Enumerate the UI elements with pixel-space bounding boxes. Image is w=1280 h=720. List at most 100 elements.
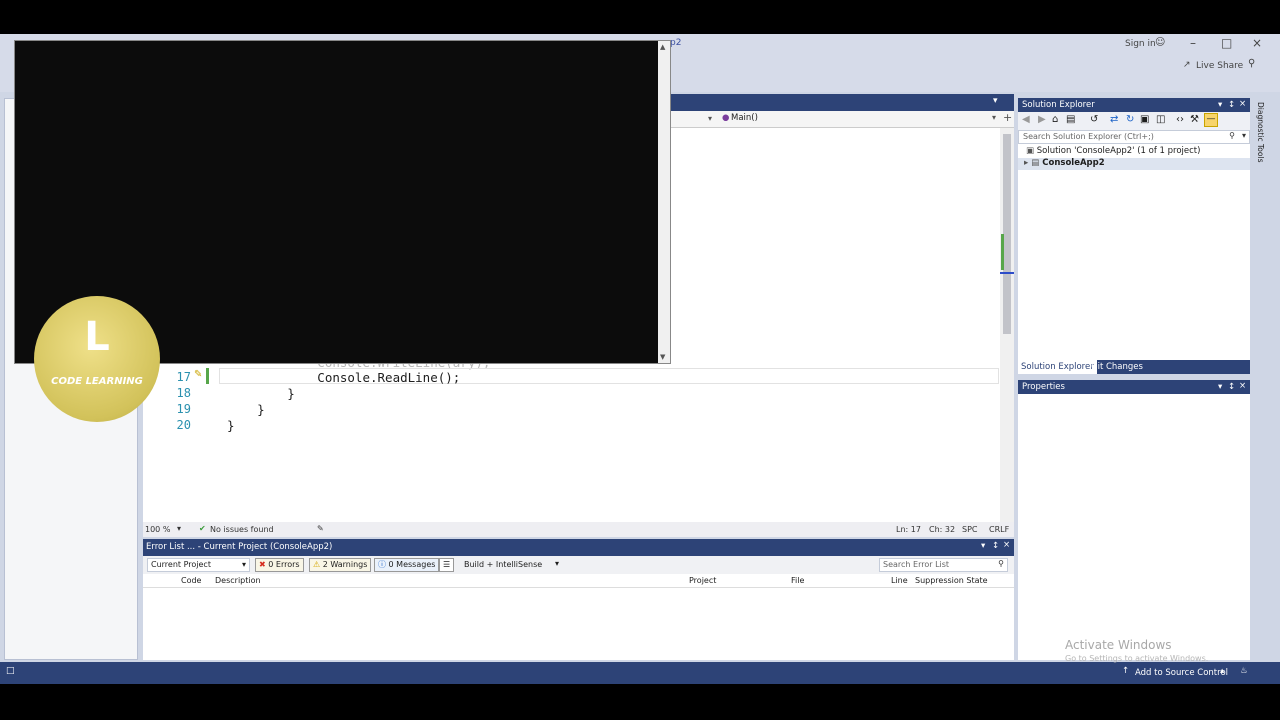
messages-filter-button[interactable]: ⓘ 0 Messages: [374, 558, 440, 572]
errors-filter-button[interactable]: ✖ 0 Errors: [255, 558, 304, 572]
panel-close-icon[interactable]: ×: [1239, 379, 1246, 393]
project-icon: ▤: [1031, 158, 1040, 168]
line-ending-indicator[interactable]: CRLF: [989, 525, 1009, 534]
bell-icon[interactable]: ♨: [1240, 666, 1248, 676]
member-dropdown[interactable]: Main(): [731, 113, 758, 123]
column-indicator[interactable]: Ch: 32: [929, 525, 955, 534]
column-file[interactable]: File: [791, 576, 804, 585]
error-list-toolbar: Current Project ▾ ✖ 0 Errors ⚠ 2 Warning…: [143, 556, 1014, 574]
arrow-up-icon: ↑: [1122, 666, 1130, 676]
zoom-dropdown[interactable]: 100 %: [145, 525, 170, 534]
build-filter-chevron-icon[interactable]: ▾: [555, 559, 559, 568]
column-project[interactable]: Project: [689, 576, 716, 585]
solution-explorer-tabs: Solution Explorer Git Changes: [1018, 360, 1250, 374]
back-icon[interactable]: ◀: [1022, 114, 1030, 125]
member-dropdown-icon[interactable]: ▾: [992, 113, 996, 122]
view-code-icon[interactable]: ‹›: [1176, 114, 1184, 125]
warning-icon: ⚠: [313, 560, 321, 569]
column-suppression-state[interactable]: Suppression State: [915, 576, 988, 585]
chevron-up-icon[interactable]: ▴: [1220, 666, 1224, 676]
warnings-filter-button[interactable]: ⚠ 2 Warnings: [309, 558, 372, 572]
forward-icon[interactable]: ▶: [1038, 114, 1046, 125]
filter-toggle-button[interactable]: ☰: [439, 558, 455, 572]
close-icon[interactable]: ×: [1252, 36, 1262, 50]
search-icon: ⚲: [1229, 131, 1235, 140]
project-label: ConsoleApp2: [1042, 158, 1105, 168]
history-icon[interactable]: ↺: [1090, 114, 1098, 125]
panel-menu-icon[interactable]: ▾: [1218, 380, 1222, 394]
issues-status[interactable]: No issues found: [210, 525, 274, 534]
collapse-all-icon[interactable]: ▣: [1140, 114, 1149, 125]
sign-in-link[interactable]: Sign in: [1125, 39, 1156, 49]
error-icon: ✖: [259, 560, 266, 569]
diagnostic-tools-tab[interactable]: Diagnostic Tools: [1254, 98, 1268, 178]
pin-icon[interactable]: ↕: [992, 541, 999, 551]
account-icon[interactable]: ☺: [1155, 37, 1165, 48]
home-icon[interactable]: ⌂: [1052, 114, 1058, 125]
live-share-icon: ↗: [1183, 60, 1191, 70]
scope-dropdown[interactable]: Current Project ▾: [147, 558, 250, 572]
preview-selected-icon[interactable]: —: [1204, 113, 1218, 127]
minimize-icon[interactable]: –: [1190, 36, 1196, 50]
brush-icon[interactable]: ✎: [317, 524, 324, 533]
solution-search-input[interactable]: Search Solution Explorer (Ctrl+;) ⚲ ▾: [1018, 130, 1250, 144]
tab-git-changes[interactable]: Git Changes: [1088, 360, 1146, 374]
column-line[interactable]: Line: [891, 576, 908, 585]
add-source-control-button[interactable]: Add to Source Control: [1135, 668, 1228, 678]
line-number: 19: [176, 402, 191, 416]
scope-value: Current Project: [151, 560, 211, 569]
build-filter-dropdown[interactable]: Build + IntelliSense: [464, 560, 542, 569]
search-options-icon[interactable]: ▾: [1242, 130, 1246, 142]
tab-solution-explorer[interactable]: Solution Explorer: [1018, 360, 1097, 374]
solution-explorer-toolbar: ◀ ▶ ⌂ ▤ ↺ ⇄ ↻ ▣ ◫ ‹› ⚒ —: [1018, 112, 1250, 130]
scroll-caret-marker: [1000, 272, 1014, 274]
chevron-down-icon: ▾: [241, 560, 246, 569]
maximize-icon[interactable]: □: [1221, 36, 1232, 50]
tree-item-project[interactable]: ▸ ▤ ConsoleApp2: [1024, 158, 1105, 168]
tab-overflow-icon[interactable]: ▾: [993, 96, 998, 106]
solution-label: Solution 'ConsoleApp2' (1 of 1 project): [1036, 146, 1201, 156]
scroll-down-icon[interactable]: ▼: [660, 353, 665, 361]
switch-views-icon[interactable]: ▤: [1066, 114, 1075, 125]
method-icon: ●: [722, 113, 730, 123]
panel-menu-icon[interactable]: ▾: [1218, 98, 1222, 112]
activate-windows-title: Activate Windows: [1065, 638, 1172, 652]
column-code[interactable]: Code: [181, 576, 201, 585]
code-learning-logo: L CODE LEARNING: [34, 296, 160, 422]
feedback-icon[interactable]: ⚲: [1248, 58, 1255, 69]
error-list-header: Error List ... - Current Project (Consol…: [143, 539, 1014, 556]
solution-search-placeholder: Search Solution Explorer (Ctrl+;): [1023, 132, 1154, 141]
status-bar: □ ↑ Add to Source Control ▴ ♨: [0, 662, 1280, 684]
editor-vertical-scrollbar[interactable]: [1000, 128, 1014, 522]
tree-item-solution[interactable]: ▣ Solution 'ConsoleApp2' (1 of 1 project…: [1026, 146, 1200, 156]
line-number: 20: [176, 418, 191, 432]
error-search-input[interactable]: Search Error List ⚲: [879, 558, 1008, 572]
whitespace-indicator[interactable]: SPC: [962, 525, 978, 534]
panel-menu-icon[interactable]: ▾: [981, 541, 985, 551]
scrollbar-thumb[interactable]: [1003, 134, 1011, 334]
lightbulb-icon[interactable]: ✎: [194, 369, 202, 380]
diagnostic-tools-label: Diagnostic Tools: [1256, 102, 1265, 163]
live-share-button[interactable]: Live Share: [1196, 61, 1243, 71]
nav-dropdown-icon[interactable]: ▾: [708, 114, 712, 123]
notification-area-icon[interactable]: □: [6, 666, 15, 676]
pin-icon[interactable]: ↕: [1228, 98, 1235, 112]
line-indicator[interactable]: Ln: 17: [896, 525, 921, 534]
pin-icon[interactable]: ↕: [1228, 380, 1235, 394]
vs-window: p2 Sign in ☺ – □ × ↗ Live Share ⚲ ▾ ▾ ● …: [0, 34, 1280, 684]
properties-wrench-icon[interactable]: ⚒: [1190, 114, 1199, 125]
panel-close-icon[interactable]: ×: [1239, 97, 1246, 111]
editor-navigation-bar: ▾ ● Main() ▾ +: [670, 111, 1014, 128]
expand-arrow-icon[interactable]: ▸: [1024, 158, 1028, 168]
refresh-icon[interactable]: ↻: [1126, 114, 1134, 125]
sync-icon[interactable]: ⇄: [1110, 114, 1118, 125]
panel-close-icon[interactable]: ×: [1003, 540, 1010, 550]
scroll-up-icon[interactable]: ▲: [660, 43, 665, 51]
tab-fragment[interactable]: p2: [670, 38, 681, 48]
check-icon: ✔: [199, 524, 206, 533]
console-scrollbar[interactable]: ▲ ▼: [658, 41, 670, 363]
zoom-dropdown-icon[interactable]: ▾: [177, 524, 181, 533]
split-editor-icon[interactable]: +: [1003, 111, 1012, 124]
show-all-files-icon[interactable]: ◫: [1156, 114, 1165, 125]
column-description[interactable]: Description: [215, 576, 261, 585]
